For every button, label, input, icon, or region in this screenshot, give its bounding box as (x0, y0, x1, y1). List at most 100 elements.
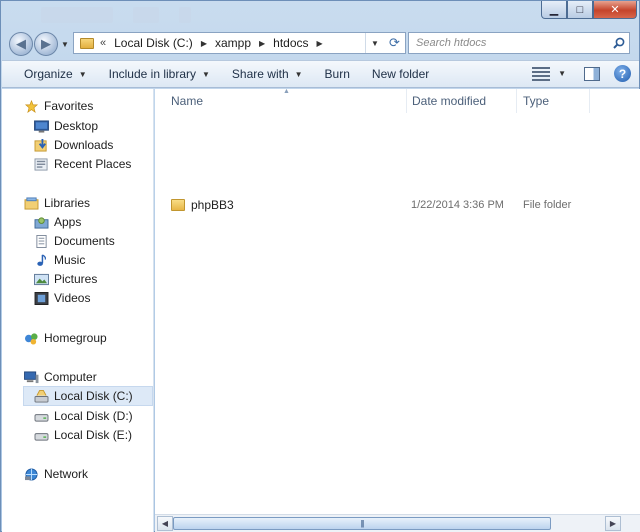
column-date-modified[interactable]: Date modified (412, 94, 486, 108)
view-dropdown-icon[interactable]: ▼ (558, 69, 566, 78)
share-with-label: Share with (231, 67, 289, 81)
sidebar-item-label: Videos (54, 291, 91, 305)
forward-button[interactable]: ▶ (34, 32, 58, 56)
background-window-tab (133, 7, 159, 23)
column-name[interactable]: Name (171, 94, 203, 108)
sidebar-item-local-disk-c[interactable]: Local Disk (C:) (23, 386, 153, 406)
back-arrow-icon: ◀ (16, 36, 26, 51)
horizontal-scrollbar[interactable]: ◀ ||| ▶ (155, 514, 640, 532)
breadcrumb-htdocs[interactable]: htdocs ▶ (273, 36, 323, 50)
file-row[interactable]: phpBB3 1/22/2014 3:36 PM File folder (155, 195, 640, 215)
sidebar-item-downloads[interactable]: Downloads (34, 136, 113, 154)
minimize-button[interactable]: ▁ (541, 1, 567, 19)
sidebar-item-music[interactable]: Music (34, 251, 85, 269)
sidebar-item-apps[interactable]: Apps (34, 213, 81, 231)
network-icon (25, 467, 38, 481)
scroll-left-button[interactable]: ◀ (157, 516, 173, 531)
organize-button[interactable]: Organize ▼ (24, 67, 87, 81)
chevron-down-icon: ▼ (78, 69, 87, 79)
music-icon (37, 253, 47, 266)
breadcrumb-chevron-icon[interactable]: ▶ (259, 39, 265, 48)
pictures-icon (34, 273, 49, 285)
sidebar-item-local-disk-d[interactable]: Local Disk (D:) (34, 407, 133, 425)
recent-pages-dropdown-icon[interactable]: ▼ (61, 40, 69, 49)
breadcrumb-chevron-icon[interactable]: ▶ (317, 39, 323, 48)
change-view-icon[interactable] (532, 66, 551, 81)
preview-pane-icon[interactable] (584, 66, 600, 81)
documents-icon (36, 234, 47, 248)
sidebar-item-label: Local Disk (D:) (54, 409, 133, 423)
drive-icon (34, 432, 49, 441)
sidebar-item-label: Local Disk (C:) (54, 389, 133, 403)
file-name-label: phpBB3 (191, 198, 234, 212)
burn-label: Burn (324, 67, 350, 81)
refresh-icon[interactable]: ⟳ (389, 35, 400, 51)
new-folder-button[interactable]: New folder (372, 67, 429, 81)
search-input[interactable] (416, 37, 609, 49)
sidebar-item-label: Downloads (54, 138, 114, 152)
address-history-dropdown-icon[interactable]: ▼ (371, 39, 379, 48)
sidebar-item-network[interactable]: Network (24, 465, 88, 483)
drive-icon (34, 413, 49, 422)
column-divider[interactable] (516, 89, 517, 113)
background-window-tab (41, 7, 113, 23)
sidebar-item-videos[interactable]: Videos (34, 289, 90, 307)
sidebar-item-label: Recent Places (54, 157, 132, 171)
computer-icon (24, 370, 39, 383)
sidebar-item-label: Documents (54, 234, 115, 248)
share-with-button[interactable]: Share with ▼ (232, 67, 303, 81)
sidebar-item-label: Music (54, 253, 86, 267)
breadcrumb-chevron-icon[interactable]: ▶ (201, 39, 207, 48)
navigation-buttons: ◀ ▶ ▼ (9, 32, 69, 56)
search-icon[interactable] (609, 37, 629, 49)
address-overflow-button[interactable]: « (100, 37, 106, 49)
breadcrumb-label: xampp (214, 36, 251, 50)
sidebar-item-computer[interactable]: Computer (24, 368, 97, 386)
include-in-library-button[interactable]: Include in library ▼ (109, 67, 210, 81)
close-button[interactable]: ✕ (593, 1, 637, 19)
system-drive-icon (34, 389, 49, 403)
sidebar-item-label: Favorites (44, 99, 94, 113)
file-name[interactable]: phpBB3 (171, 198, 234, 212)
breadcrumb-label: htdocs (273, 36, 309, 50)
sidebar-item-label: Libraries (44, 196, 91, 210)
sidebar-item-documents[interactable]: Documents (34, 232, 115, 250)
sidebar-item-homegroup[interactable]: Homegroup (24, 329, 107, 347)
address-controls: ▼ ⟳ (365, 33, 405, 53)
scroll-right-button[interactable]: ▶ (605, 516, 621, 531)
sidebar-item-label: Desktop (54, 119, 99, 133)
chevron-down-icon: ▼ (202, 69, 210, 79)
breadcrumb-xampp[interactable]: xampp ▶ (215, 36, 265, 50)
column-divider[interactable] (406, 89, 407, 113)
folder-icon (171, 199, 185, 211)
sidebar-item-pictures[interactable]: Pictures (34, 270, 97, 288)
column-type[interactable]: Type (523, 94, 549, 108)
column-divider[interactable] (589, 89, 590, 113)
sidebar-item-label: Local Disk (E:) (54, 428, 133, 442)
videos-icon (34, 291, 49, 305)
help-icon[interactable]: ? (614, 65, 631, 82)
forward-arrow-icon: ▶ (41, 36, 51, 51)
sidebar-item-label: Apps (54, 215, 82, 229)
sidebar-item-desktop[interactable]: Desktop (34, 117, 98, 135)
libraries-icon (24, 196, 39, 210)
sidebar-item-libraries[interactable]: Libraries (24, 194, 90, 212)
caption-buttons: ▁ □ ✕ (541, 1, 637, 19)
address-bar[interactable]: « Local Disk (C:) ▶ xampp ▶ htdocs ▶ ▼ ⟳ (73, 32, 406, 54)
include-in-library-label: Include in library (108, 67, 196, 81)
minimize-icon: ▁ (549, 4, 559, 16)
breadcrumb-local-disk-c[interactable]: Local Disk (C:) ▶ (114, 36, 207, 50)
burn-button[interactable]: Burn (325, 67, 350, 81)
scrollbar-thumb[interactable]: ||| (173, 517, 551, 530)
sidebar-item-recent-places[interactable]: Recent Places (34, 155, 131, 173)
sort-ascending-icon: ▲ (283, 88, 290, 95)
homegroup-icon (25, 332, 38, 345)
file-date-modified: 1/22/2014 3:36 PM (411, 199, 504, 211)
maximize-button[interactable]: □ (567, 1, 593, 19)
sidebar-item-favorites[interactable]: Favorites (24, 97, 93, 115)
downloads-icon (34, 138, 47, 152)
navigation-pane: Favorites Desktop Downloads Recent Place… (2, 89, 154, 532)
sidebar-item-local-disk-e[interactable]: Local Disk (E:) (34, 426, 132, 444)
back-button[interactable]: ◀ (9, 32, 33, 56)
apps-library-icon (34, 216, 49, 229)
